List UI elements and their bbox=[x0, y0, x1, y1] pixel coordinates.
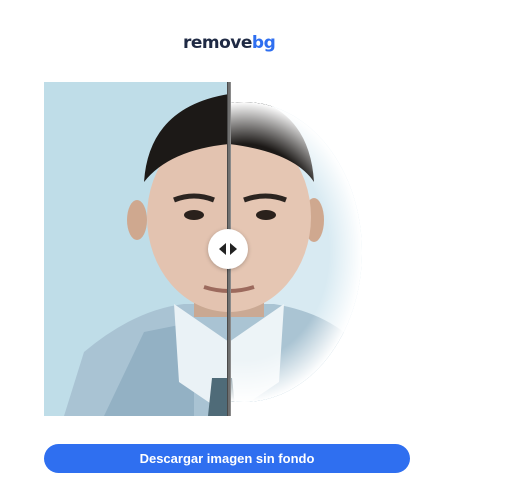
comparison-slider-handle[interactable] bbox=[208, 229, 248, 269]
page: removebg Descargar imagen sin fondo bbox=[0, 0, 519, 480]
removebg-logo: removebg bbox=[183, 33, 276, 53]
download-button-label: Descargar imagen sin fondo bbox=[139, 451, 315, 466]
logo-text-bg: bg bbox=[251, 33, 276, 53]
download-button[interactable]: Descargar imagen sin fondo bbox=[44, 444, 410, 473]
logo-text-remove: remove bbox=[183, 33, 252, 53]
before-after-comparison[interactable] bbox=[44, 82, 410, 416]
left-right-arrows-icon bbox=[219, 243, 237, 255]
